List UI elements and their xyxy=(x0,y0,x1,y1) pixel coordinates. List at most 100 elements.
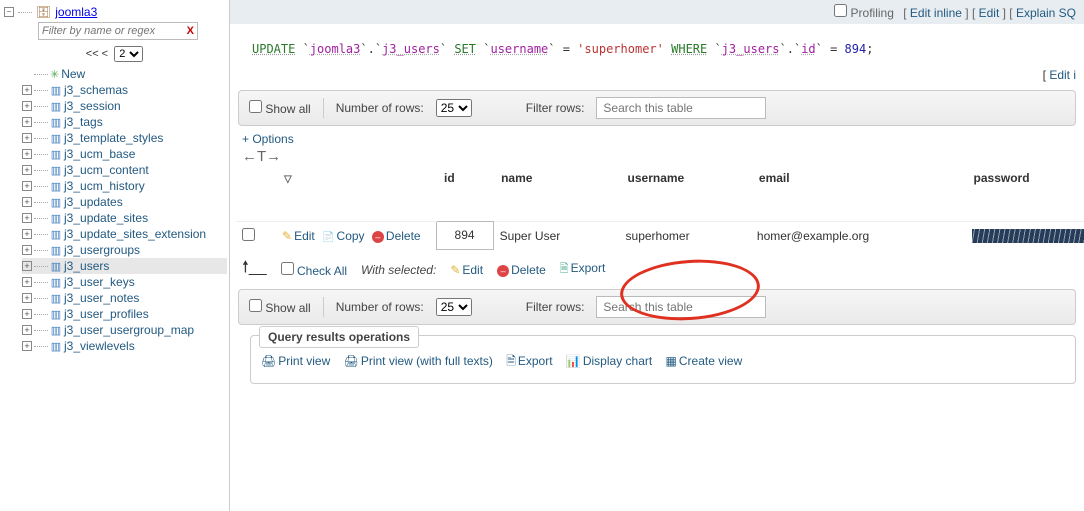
table-link[interactable]: j3_user_profiles xyxy=(64,307,149,321)
pager-back[interactable]: << < xyxy=(86,48,108,60)
table-link[interactable]: j3_tags xyxy=(64,115,103,129)
table-link[interactable]: j3_update_sites xyxy=(64,211,148,225)
filter-box[interactable]: X xyxy=(38,22,198,40)
expand-icon[interactable]: + xyxy=(22,293,32,303)
table-link[interactable]: j3_usergroups xyxy=(64,243,140,257)
cell-id[interactable]: 894 xyxy=(436,221,493,250)
col-email[interactable]: email xyxy=(751,165,966,191)
cell-username[interactable]: superhomer xyxy=(620,221,751,250)
expand-icon[interactable]: + xyxy=(22,325,32,335)
profiling-checkbox[interactable] xyxy=(834,4,847,17)
new-link[interactable]: New xyxy=(61,67,85,81)
table-link[interactable]: j3_user_keys xyxy=(64,275,135,289)
checkall-label[interactable]: Check All xyxy=(281,262,347,278)
sort-icon[interactable]: ▽ xyxy=(284,174,292,185)
batch-delete[interactable]: –Delete xyxy=(497,263,546,277)
expand-icon[interactable]: + xyxy=(22,149,32,159)
expand-icon[interactable]: + xyxy=(22,197,32,207)
row-edit[interactable]: Edit xyxy=(282,229,315,243)
clear-filter-icon[interactable]: X xyxy=(187,25,194,37)
tree-item-new[interactable]: ✳ New xyxy=(22,66,227,82)
batch-export[interactable]: Export xyxy=(560,260,606,279)
batch-edit[interactable]: Edit xyxy=(450,263,483,277)
tree-item-j3_usergroups[interactable]: +▥j3_usergroups xyxy=(22,242,227,258)
expand-icon[interactable]: + xyxy=(22,85,32,95)
export-link[interactable]: 🗎Export xyxy=(506,354,552,368)
expand-icon[interactable]: + xyxy=(22,181,32,191)
tree-item-j3_user_keys[interactable]: +▥j3_user_keys xyxy=(22,274,227,290)
table-link[interactable]: j3_user_notes xyxy=(64,291,139,305)
expand-icon[interactable]: + xyxy=(22,309,32,319)
rows-select[interactable]: 25 xyxy=(436,99,472,117)
checkall-checkbox[interactable] xyxy=(281,262,294,275)
expand-icon[interactable]: + xyxy=(22,229,32,239)
link-explain[interactable]: Explain SQ xyxy=(1016,6,1076,20)
table-link[interactable]: j3_template_styles xyxy=(64,131,163,145)
tree-item-j3_ucm_history[interactable]: +▥j3_ucm_history xyxy=(22,178,227,194)
table-link[interactable]: j3_user_usergroup_map xyxy=(64,323,194,337)
table-link[interactable]: j3_schemas xyxy=(64,83,128,97)
table-link[interactable]: j3_updates xyxy=(64,195,123,209)
filter-input[interactable] xyxy=(42,25,187,37)
expand-icon[interactable]: + xyxy=(22,245,32,255)
link-edit[interactable]: Edit xyxy=(979,6,1000,20)
print-view[interactable]: 🖨Print view xyxy=(261,354,330,368)
tree-item-j3_updates[interactable]: +▥j3_updates xyxy=(22,194,227,210)
cell-email[interactable]: homer@example.org xyxy=(751,221,966,250)
tree-item-j3_ucm_base[interactable]: +▥j3_ucm_base xyxy=(22,146,227,162)
collapse-icon[interactable]: − xyxy=(4,7,14,17)
table-link[interactable]: j3_users xyxy=(64,259,109,273)
table-link[interactable]: j3_ucm_history xyxy=(64,179,145,193)
expand-icon[interactable]: + xyxy=(22,277,32,287)
tree-item-j3_user_profiles[interactable]: +▥j3_user_profiles xyxy=(22,306,227,322)
col-id[interactable]: id xyxy=(436,165,493,191)
col-username[interactable]: username xyxy=(620,165,751,191)
expand-icon[interactable]: + xyxy=(22,341,32,351)
tree-item-j3_update_sites_extension[interactable]: +▥j3_update_sites_extension xyxy=(22,226,227,242)
table-link[interactable]: j3_viewlevels xyxy=(64,339,135,353)
showall-label[interactable]: Show all xyxy=(249,100,311,116)
row-delete[interactable]: –Delete xyxy=(372,229,421,243)
table-link[interactable]: j3_ucm_content xyxy=(64,163,149,177)
tree-item-j3_schemas[interactable]: +▥j3_schemas xyxy=(22,82,227,98)
filter-rows-input[interactable] xyxy=(596,97,766,119)
table-link[interactable]: j3_session xyxy=(64,99,121,113)
tree-item-j3_user_notes[interactable]: +▥j3_user_notes xyxy=(22,290,227,306)
expand-icon[interactable]: + xyxy=(22,133,32,143)
tree-item-j3_tags[interactable]: +▥j3_tags xyxy=(22,114,227,130)
expand-icon[interactable]: + xyxy=(22,213,32,223)
print-view-full[interactable]: 🖨Print view (with full texts) xyxy=(344,354,493,368)
table-link[interactable]: j3_update_sites_extension xyxy=(64,227,206,241)
link-edit-inline[interactable]: Edit inline xyxy=(910,6,962,20)
expand-icon[interactable]: + xyxy=(22,261,32,271)
link-edit-sql[interactable]: Edit i xyxy=(1049,68,1076,82)
showall-checkbox[interactable] xyxy=(249,299,262,312)
tree-item-j3_viewlevels[interactable]: +▥j3_viewlevels xyxy=(22,338,227,354)
cell-password[interactable] xyxy=(966,221,1084,250)
tree-item-j3_user_usergroup_map[interactable]: +▥j3_user_usergroup_map xyxy=(22,322,227,338)
expand-icon[interactable]: + xyxy=(22,117,32,127)
database-node[interactable]: − 🗄 joomla3 xyxy=(2,4,227,20)
row-copy[interactable]: Copy xyxy=(322,229,364,243)
tree-item-j3_session[interactable]: +▥j3_session xyxy=(22,98,227,114)
expand-icon[interactable]: + xyxy=(22,165,32,175)
database-name[interactable]: joomla3 xyxy=(55,5,97,19)
display-chart[interactable]: 📊Display chart xyxy=(566,354,652,368)
rows-select[interactable]: 25 xyxy=(436,298,472,316)
tree-item-j3_update_sites[interactable]: +▥j3_update_sites xyxy=(22,210,227,226)
expand-icon[interactable]: + xyxy=(22,101,32,111)
tree-item-j3_template_styles[interactable]: +▥j3_template_styles xyxy=(22,130,227,146)
tree-item-j3_ucm_content[interactable]: +▥j3_ucm_content xyxy=(22,162,227,178)
col-name[interactable]: name xyxy=(493,165,619,191)
profiling-checkbox-label[interactable]: Profiling xyxy=(834,6,894,20)
cell-name[interactable]: Super User xyxy=(493,221,619,250)
table-link[interactable]: j3_ucm_base xyxy=(64,147,135,161)
options-toggle[interactable]: + Options xyxy=(242,132,294,146)
row-checkbox[interactable] xyxy=(242,228,255,241)
tree-item-j3_users[interactable]: +▥j3_users xyxy=(22,258,227,274)
showall-checkbox[interactable] xyxy=(249,100,262,113)
create-view[interactable]: ▦Create view xyxy=(666,354,743,368)
filter-rows-input[interactable] xyxy=(596,296,766,318)
page-select[interactable]: 2 xyxy=(114,46,143,62)
col-password[interactable]: password xyxy=(966,165,1084,191)
